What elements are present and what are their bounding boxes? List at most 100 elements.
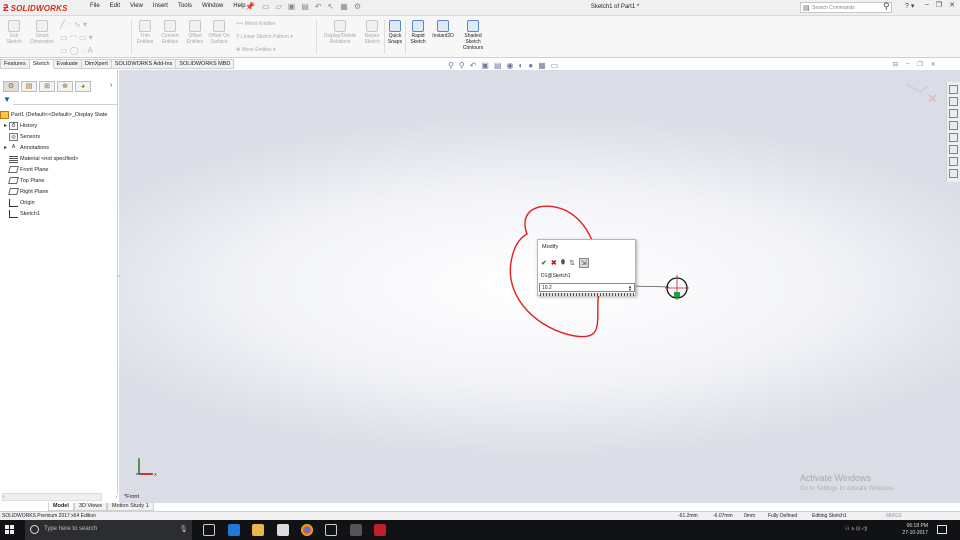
- right-plane-icon: [8, 188, 19, 195]
- action-center-icon[interactable]: [937, 525, 947, 534]
- tree-root-label: Part1 (Default<<Default>_Display State: [11, 111, 108, 118]
- history-icon: ⏱: [9, 121, 18, 130]
- ok-check-icon[interactable]: ✔: [541, 259, 547, 267]
- solidworks-taskbar-icon[interactable]: [374, 524, 386, 536]
- triad-icon: x: [138, 458, 157, 478]
- status-x-coordinate: -61.2mm: [678, 513, 698, 519]
- property-manager-tab-icon[interactable]: ▤: [21, 81, 37, 92]
- cortana-icon: [30, 525, 39, 534]
- feature-tree: Part1 (Default<<Default>_Display State ▸…: [0, 109, 107, 219]
- tree-horizontal-scrollbar[interactable]: ‹ ›: [2, 493, 117, 501]
- edge-browser-icon[interactable]: [228, 524, 240, 536]
- tab-motion-study-1[interactable]: Motion Study 1: [107, 503, 154, 511]
- clock-date: 27-10-2017: [902, 530, 928, 536]
- tree-item-origin[interactable]: Origin: [2, 197, 107, 208]
- scroll-left-icon[interactable]: ‹: [3, 494, 5, 500]
- sketch-overlay: ✕ x: [136, 83, 938, 478]
- tree-item-label: Material <not specified>: [20, 155, 79, 162]
- tree-item-label: Sensors: [20, 133, 41, 140]
- value-thumbwheel[interactable]: [540, 293, 634, 296]
- tree-root-part1[interactable]: Part1 (Default<<Default>_Display State: [0, 109, 107, 120]
- tree-item-label: Annotations: [20, 144, 50, 151]
- person-icon[interactable]: ⚇: [845, 526, 849, 532]
- filter-field[interactable]: [13, 104, 117, 105]
- svg-text:✕: ✕: [927, 92, 938, 107]
- tree-item-history[interactable]: ▸ ⏱ History: [2, 120, 107, 131]
- status-units[interactable]: MMGS: [886, 513, 902, 519]
- panel-resize-handle[interactable]: ‹: [118, 274, 120, 280]
- dimxpert-manager-tab-icon[interactable]: ⊕: [57, 81, 73, 92]
- tree-item-front-plane[interactable]: Front Plane: [2, 164, 107, 175]
- store-icon[interactable]: [277, 524, 289, 536]
- tree-item-right-plane[interactable]: Right Plane: [2, 186, 107, 197]
- taskbar-search-placeholder: Type here to search: [44, 526, 98, 532]
- status-editing: Editing Sketch1: [812, 513, 847, 519]
- configuration-manager-tab-icon[interactable]: ⊞: [39, 81, 55, 92]
- status-bar: SOLIDWORKS Premium 2017 x64 Edition -61.…: [0, 511, 960, 520]
- windows-start-icon[interactable]: [5, 525, 15, 535]
- rebuild-icon[interactable]: ⬮: [561, 259, 565, 267]
- sketch-icon: [9, 209, 18, 218]
- tree-item-sensors[interactable]: ◎ Sensors: [2, 131, 107, 142]
- origin-icon: [9, 198, 18, 207]
- dimension-name: D1@Sketch1: [541, 273, 571, 279]
- taskbar-clock[interactable]: 06:18 PM 27-10-2017: [888, 523, 928, 537]
- calculator-icon[interactable]: [350, 524, 362, 536]
- system-tray: ⚇ ∧ ⊡ ◁): [845, 526, 867, 532]
- tab-3d-views[interactable]: 3D Views: [73, 503, 108, 511]
- sensors-icon: ◎: [9, 132, 18, 141]
- status-z-coordinate: 0mm: [744, 513, 756, 519]
- status-y-coordinate: -6.07mm: [713, 513, 733, 519]
- tree-item-annotations[interactable]: ▸ A Annotations: [2, 142, 107, 153]
- front-plane-icon: [8, 166, 19, 173]
- activate-windows-title: Activate Windows: [800, 473, 872, 483]
- feature-manager-tabs: ⚙ ▤ ⊞ ⊕ ◕: [0, 81, 91, 92]
- modify-dialog: Modify ✔ ✖ ⬮ ⇅ ⇲ D1@Sketch1 10.2 ▲ ▼: [537, 239, 636, 296]
- tree-item-label: Origin: [20, 199, 35, 206]
- scroll-right-icon[interactable]: ›: [115, 494, 117, 500]
- spin-arrows-icon[interactable]: ▲ ▼: [628, 285, 632, 292]
- windows-taskbar: Type here to search 🎙 ⚇ ∧ ⊡ ◁) 06:18 PM …: [0, 520, 960, 540]
- volume-icon[interactable]: ◁): [862, 526, 868, 532]
- current-view-label: *Front: [124, 494, 139, 500]
- confirmation-corner-icon[interactable]: ✕: [905, 83, 938, 107]
- mark-dimension-icon[interactable]: ⇲: [579, 257, 589, 268]
- modify-dialog-title: Modify: [542, 244, 559, 250]
- network-icon[interactable]: ⊡: [856, 526, 860, 532]
- task-view-icon[interactable]: [203, 524, 215, 536]
- cancel-x-icon[interactable]: ✖: [551, 259, 557, 267]
- tree-item-material[interactable]: Material <not specified>: [2, 153, 107, 164]
- status-edition: SOLIDWORKS Premium 2017 x64 Edition: [2, 513, 96, 519]
- svg-text:x: x: [154, 472, 157, 478]
- dimension-value-text: 10.2: [542, 285, 552, 291]
- tree-item-sketch1[interactable]: Sketch1: [2, 208, 107, 219]
- microphone-icon[interactable]: 🎙: [179, 525, 188, 533]
- taskbar-search-box[interactable]: Type here to search 🎙: [25, 520, 192, 540]
- annotations-icon: A: [11, 143, 16, 150]
- top-plane-icon: [8, 177, 19, 184]
- clock-time: 06:18 PM: [906, 523, 928, 529]
- chrome-icon[interactable]: [301, 524, 313, 536]
- dimension-value-input[interactable]: 10.2 ▲ ▼: [539, 283, 635, 292]
- expand-history-icon[interactable]: ▸: [2, 122, 9, 129]
- material-icon: [9, 154, 18, 163]
- display-manager-tab-icon[interactable]: ◕: [75, 81, 91, 92]
- file-explorer-icon[interactable]: [252, 524, 264, 536]
- mail-icon[interactable]: [325, 524, 337, 536]
- model-tabs: Model 3D Views Motion Study 1: [0, 503, 154, 511]
- tree-item-label: Top Plane: [20, 177, 45, 184]
- filter-icon[interactable]: ▼: [3, 95, 11, 104]
- tree-item-label: Front Plane: [20, 166, 49, 173]
- chevron-right-icon[interactable]: ›: [110, 82, 112, 89]
- tree-item-label: History: [20, 122, 38, 129]
- modify-dialog-buttons: ✔ ✖ ⬮ ⇅ ⇲: [541, 256, 589, 269]
- feature-manager-tab-icon[interactable]: ⚙: [3, 81, 19, 92]
- sketch-circle[interactable]: [665, 275, 689, 300]
- tree-item-top-plane[interactable]: Top Plane: [2, 175, 107, 186]
- chevron-up-icon[interactable]: ∧: [851, 526, 855, 532]
- reverse-sense-icon[interactable]: ⇅: [569, 259, 575, 267]
- tab-model[interactable]: Model: [48, 503, 74, 511]
- tree-item-label: Sketch1: [20, 210, 40, 217]
- part-icon: [0, 110, 9, 119]
- expand-annotations-icon[interactable]: ▸: [2, 144, 9, 151]
